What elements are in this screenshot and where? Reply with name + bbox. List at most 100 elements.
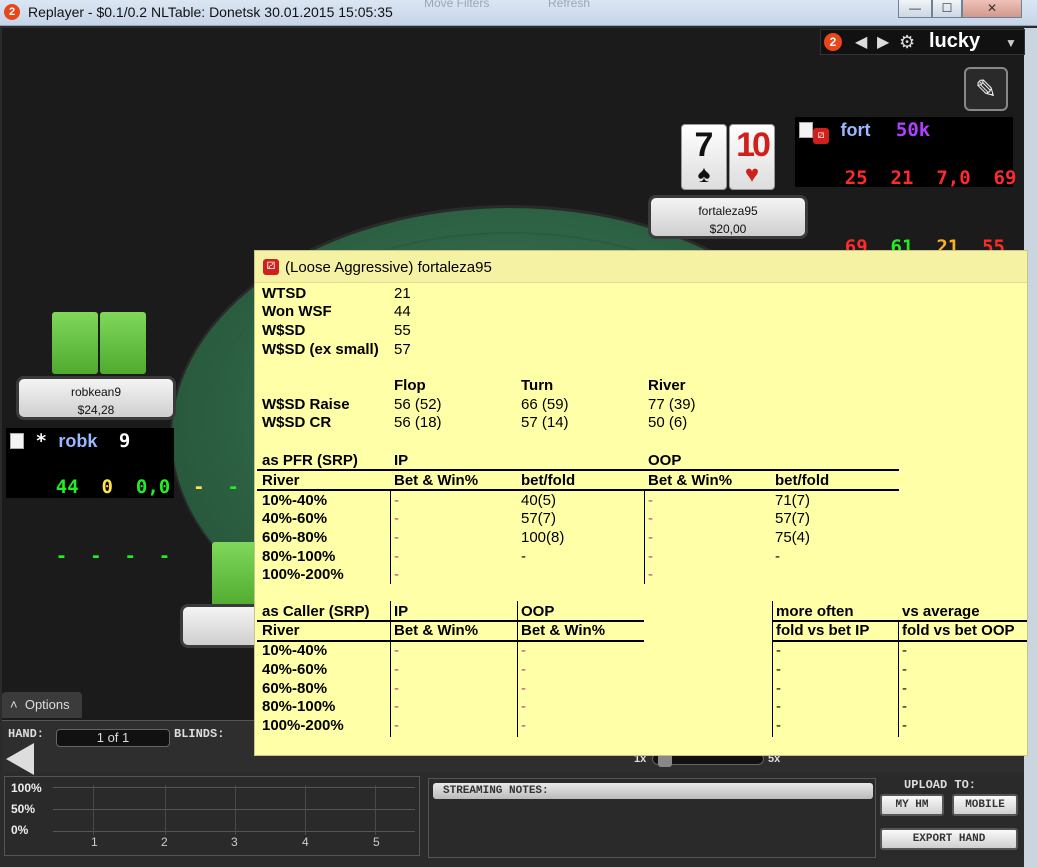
stat-value: -: [902, 698, 907, 715]
graph-x-label: 1: [91, 835, 98, 849]
hud-stat: 21: [890, 167, 914, 189]
stat-value: -: [394, 680, 399, 697]
stat-value: -: [648, 510, 653, 527]
seat-robkean9[interactable]: robkean9 $24,28: [16, 376, 176, 420]
card-back: [100, 312, 146, 374]
stat-value: -: [394, 566, 399, 583]
graph-x-label: 5: [373, 835, 380, 849]
stat-value: 77 (39): [648, 396, 696, 413]
stat-value: -: [394, 698, 399, 715]
stat-value: -: [521, 548, 526, 565]
next-arrow-icon[interactable]: ▶: [877, 32, 889, 52]
stat-value: -: [394, 717, 399, 734]
stat-value: 21: [394, 285, 411, 302]
table-divider: [644, 490, 645, 584]
chevron-up-icon: ˄: [10, 697, 18, 712]
ip-header: IP: [394, 603, 409, 620]
range-label: 100%-200%: [262, 566, 344, 583]
graph-y-label: 100%: [11, 781, 42, 795]
column-header: River: [262, 472, 300, 489]
seat-stack: $20,00: [709, 222, 747, 236]
graph-y-label: 0%: [11, 823, 29, 837]
hud-name: robk: [58, 431, 98, 451]
graph-gridline: [305, 785, 306, 835]
hud-stat: -: [193, 476, 205, 498]
streaming-notes-header: STREAMING NOTES:: [433, 783, 873, 799]
stat-value: -: [394, 529, 399, 546]
hud-robkean9[interactable]: * robk 9 44 0 0,0 - - - - - -: [6, 428, 239, 567]
street-header: Turn: [521, 377, 554, 394]
graph-gridline: [53, 787, 415, 788]
hand-label: HAND:: [8, 727, 45, 741]
card-back: [52, 312, 98, 374]
hole-card-1: 7 ♠: [681, 124, 727, 190]
window-title: Replayer - $0.1/0.2 NLTable: Donetsk 30.…: [28, 4, 393, 20]
stat-value: -: [648, 529, 653, 546]
column-header: Bet & Win%: [648, 472, 733, 489]
range-label: 60%-80%: [262, 529, 328, 546]
hud-stat: 7,0: [936, 167, 971, 189]
column-header: bet/fold: [775, 472, 830, 489]
range-label: 80%-100%: [262, 698, 336, 715]
mobile-button[interactable]: MOBILE: [952, 794, 1018, 816]
stat-value: 71(7): [775, 492, 811, 509]
hud-fortaleza95[interactable]: ⚂ fort 50k 25 21 7,0 69 75 69 61 21 55: [795, 117, 1016, 258]
table-divider: [390, 490, 391, 584]
section-title: as PFR (SRP): [262, 452, 358, 469]
graph-x-label: 2: [161, 835, 168, 849]
back-arrow-icon[interactable]: [6, 743, 34, 775]
upload-label: UPLOAD TO:: [904, 778, 977, 792]
stat-value: -: [521, 680, 526, 697]
maximize-button[interactable]: ☐: [932, 0, 962, 18]
stat-value: -: [902, 642, 907, 659]
hm2-logo-icon: 2: [824, 33, 842, 51]
stat-value: 40(5): [521, 492, 557, 509]
seat-stack: $24,28: [77, 403, 115, 417]
export-hand-button[interactable]: EXPORT HAND: [880, 828, 1018, 850]
stat-value: -: [776, 642, 781, 659]
hud-stat: -: [227, 476, 239, 498]
move-filters-label: Move Filters: [424, 0, 490, 10]
graph-gridline: [93, 785, 94, 835]
my-hm-button[interactable]: MY HM: [880, 794, 944, 816]
stat-value: -: [521, 661, 526, 678]
graph-y-label: 50%: [11, 802, 36, 816]
popup-title: (Loose Aggressive) fortaleza95: [285, 259, 492, 276]
column-header: bet/fold: [521, 472, 576, 489]
minimize-button[interactable]: —: [898, 0, 932, 18]
column-header: Bet & Win%: [394, 622, 479, 639]
stat-label: Won WSF: [262, 303, 332, 320]
column-header: Bet & Win%: [521, 622, 606, 639]
upload-panel: UPLOAD TO: MY HM MOBILE EXPORT HAND: [876, 776, 1024, 858]
gear-icon[interactable]: ⚙: [899, 32, 915, 53]
seat-player-name: robkean9: [70, 385, 122, 399]
player-select[interactable]: lucky: [929, 30, 980, 53]
stat-value: -: [394, 510, 399, 527]
stat-label: W$SD: [262, 322, 306, 339]
options-tab[interactable]: ˄ Options: [2, 692, 82, 718]
seat-player-name: fortaleza95: [698, 204, 758, 218]
chevron-down-icon[interactable]: ▼: [1005, 36, 1017, 50]
range-label: 10%-40%: [262, 642, 328, 659]
table-divider: [898, 621, 899, 737]
close-button[interactable]: ✕: [962, 0, 1022, 18]
stat-value: -: [394, 642, 399, 659]
range-label: 100%-200%: [262, 717, 344, 734]
prev-arrow-icon[interactable]: ◀: [855, 32, 867, 52]
stat-label: WTSD: [262, 285, 307, 302]
stat-value: -: [521, 642, 526, 659]
popup-header: ⚂ (Loose Aggressive) fortaleza95: [255, 251, 1027, 283]
hand-counter[interactable]: 1 of 1: [56, 729, 170, 747]
pencil-icon[interactable]: ✎: [964, 67, 1008, 111]
streaming-notes-panel: STREAMING NOTES:: [428, 778, 876, 858]
hud-stat: 69: [993, 167, 1017, 189]
stat-value: -: [902, 680, 907, 697]
stat-value: -: [776, 698, 781, 715]
table-divider: [390, 601, 391, 737]
hud-hands: 9: [118, 430, 131, 452]
seat-fortaleza95[interactable]: fortaleza95 $20,00: [648, 195, 808, 239]
hud-stat: 25: [844, 167, 868, 189]
stat-value: 57 (14): [521, 414, 569, 431]
stat-value: -: [521, 717, 526, 734]
table-rule: [257, 489, 899, 491]
